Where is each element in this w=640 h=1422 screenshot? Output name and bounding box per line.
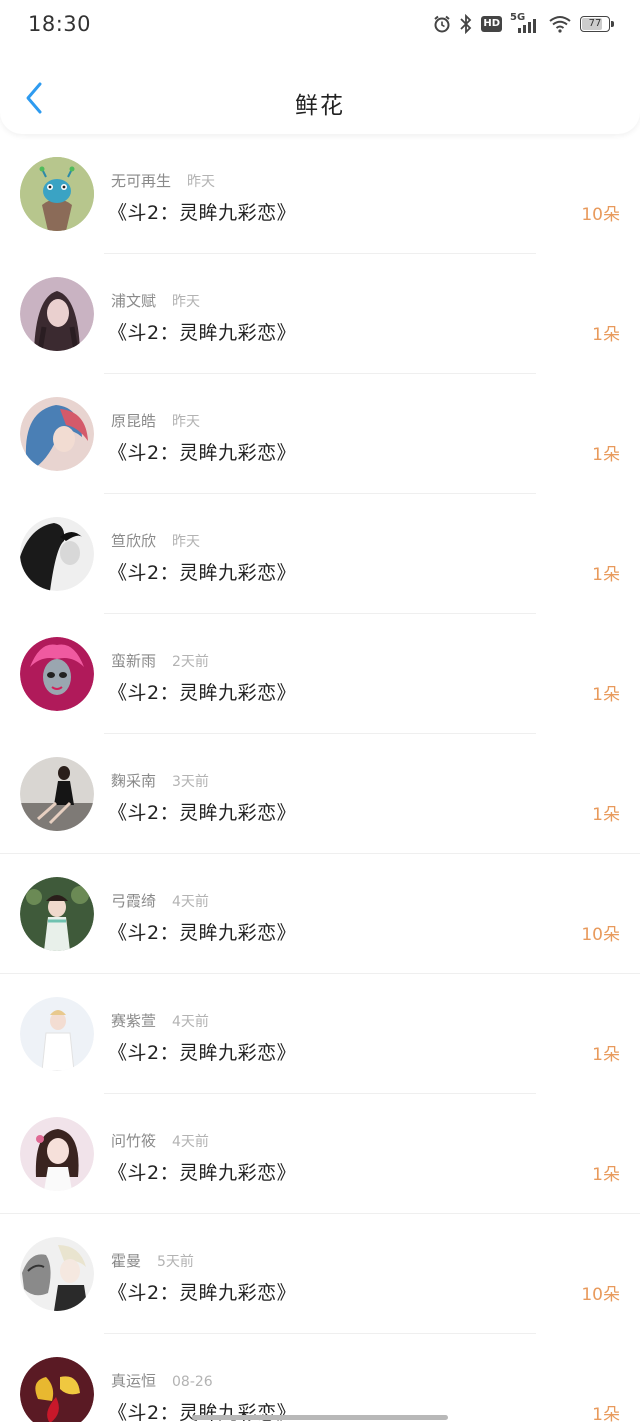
user-name: 原昆皓 [111,412,157,430]
time-label: 08-26 [172,1374,213,1390]
list-item[interactable]: 弓霞绮 4天前 《斗2：灵眸九彩恋》 10朵 [0,854,640,974]
signal-icon: 5G [510,12,540,34]
user-name: 霍曼 [111,1252,142,1270]
user-name: 麴采南 [111,772,157,790]
book-title: 《斗2：灵眸九彩恋》 [108,922,297,944]
list-item[interactable]: 笪欣欣 昨天 《斗2：灵眸九彩恋》 1朵 [0,494,640,614]
flower-count: 1朵 [592,445,620,465]
time-label: 4天前 [172,1014,209,1030]
list-item[interactable]: 赛紫萱 4天前 《斗2：灵眸九彩恋》 1朵 [0,974,640,1094]
time-label: 昨天 [187,174,216,190]
home-indicator[interactable] [192,1415,448,1420]
status-icons: HD 5G 77 [433,12,614,34]
battery-level: 77 [588,18,602,29]
user-name: 赛紫萱 [111,1012,157,1030]
book-title: 《斗2：灵眸九彩恋》 [108,442,297,464]
avatar[interactable] [20,757,94,831]
time-label: 5天前 [157,1254,194,1270]
list-item[interactable]: 真运恒 08-26 《斗2：灵眸九彩恋》 1朵 [0,1334,640,1422]
flower-count: 1朵 [592,1045,620,1065]
avatar[interactable] [20,1237,94,1311]
flower-count: 1朵 [592,565,620,585]
avatar[interactable] [20,637,94,711]
avatar[interactable] [20,997,94,1071]
user-name: 蛮新雨 [111,652,157,670]
status-time: 18:30 [28,12,92,36]
flower-count: 1朵 [592,1405,620,1422]
book-title: 《斗2：灵眸九彩恋》 [108,562,297,584]
bluetooth-icon [460,14,472,34]
flower-count: 1朵 [592,685,620,705]
user-name: 浦文赋 [111,292,157,310]
user-name: 笪欣欣 [111,532,157,550]
book-title: 《斗2：灵眸九彩恋》 [108,1282,297,1304]
book-title: 《斗2：灵眸九彩恋》 [108,322,297,344]
battery-icon: 77 [580,15,614,33]
list-item[interactable]: 问竹筱 4天前 《斗2：灵眸九彩恋》 1朵 [0,1094,640,1214]
book-title: 《斗2：灵眸九彩恋》 [108,682,297,704]
hd-icon: HD [481,16,502,32]
alarm-icon [434,15,450,33]
flower-count: 10朵 [581,925,620,945]
time-label: 昨天 [172,534,201,550]
list-item[interactable]: 蛮新雨 2天前 《斗2：灵眸九彩恋》 1朵 [0,614,640,734]
flower-count: 1朵 [592,805,620,825]
list-item[interactable]: 霍曼 5天前 《斗2：灵眸九彩恋》 10朵 [0,1214,640,1334]
flower-count: 10朵 [581,1285,620,1305]
avatar[interactable] [20,397,94,471]
avatar[interactable] [20,517,94,591]
list-item[interactable]: 无可再生 昨天 《斗2：灵眸九彩恋》 10朵 [0,134,640,254]
avatar[interactable] [20,1357,94,1422]
time-label: 4天前 [172,1134,209,1150]
book-title: 《斗2：灵眸九彩恋》 [108,1042,297,1064]
flower-count: 10朵 [581,205,620,225]
flower-count: 1朵 [592,1165,620,1185]
user-name: 问竹筱 [111,1132,157,1150]
user-name: 无可再生 [111,172,172,190]
avatar[interactable] [20,157,94,231]
user-name: 真运恒 [111,1372,157,1390]
avatar[interactable] [20,277,94,351]
user-name: 弓霞绮 [111,892,157,910]
time-label: 4天前 [172,894,209,910]
status-bar: 18:30 HD 5G 77 [0,0,640,52]
flower-list: 无可再生 昨天 《斗2：灵眸九彩恋》 10朵 浦文赋 昨天 《斗2：灵眸九彩恋》 1… [0,134,640,1422]
list-item[interactable]: 浦文赋 昨天 《斗2：灵眸九彩恋》 1朵 [0,254,640,374]
time-label: 昨天 [172,294,201,310]
book-title: 《斗2：灵眸九彩恋》 [108,202,297,224]
time-label: 2天前 [172,654,209,670]
time-label: 3天前 [172,774,209,790]
avatar[interactable] [20,877,94,951]
avatar[interactable] [20,1117,94,1191]
book-title: 《斗2：灵眸九彩恋》 [108,802,297,824]
wifi-icon [549,16,571,33]
flower-count: 1朵 [592,325,620,345]
list-item[interactable]: 原昆皓 昨天 《斗2：灵眸九彩恋》 1朵 [0,374,640,494]
page-title: 鲜花 [295,93,345,119]
book-title: 《斗2：灵眸九彩恋》 [108,1162,297,1184]
top-header: 18:30 HD 5G 77 鲜花 [0,0,640,134]
list-item[interactable]: 麴采南 3天前 《斗2：灵眸九彩恋》 1朵 [0,734,640,854]
time-label: 昨天 [172,414,201,430]
